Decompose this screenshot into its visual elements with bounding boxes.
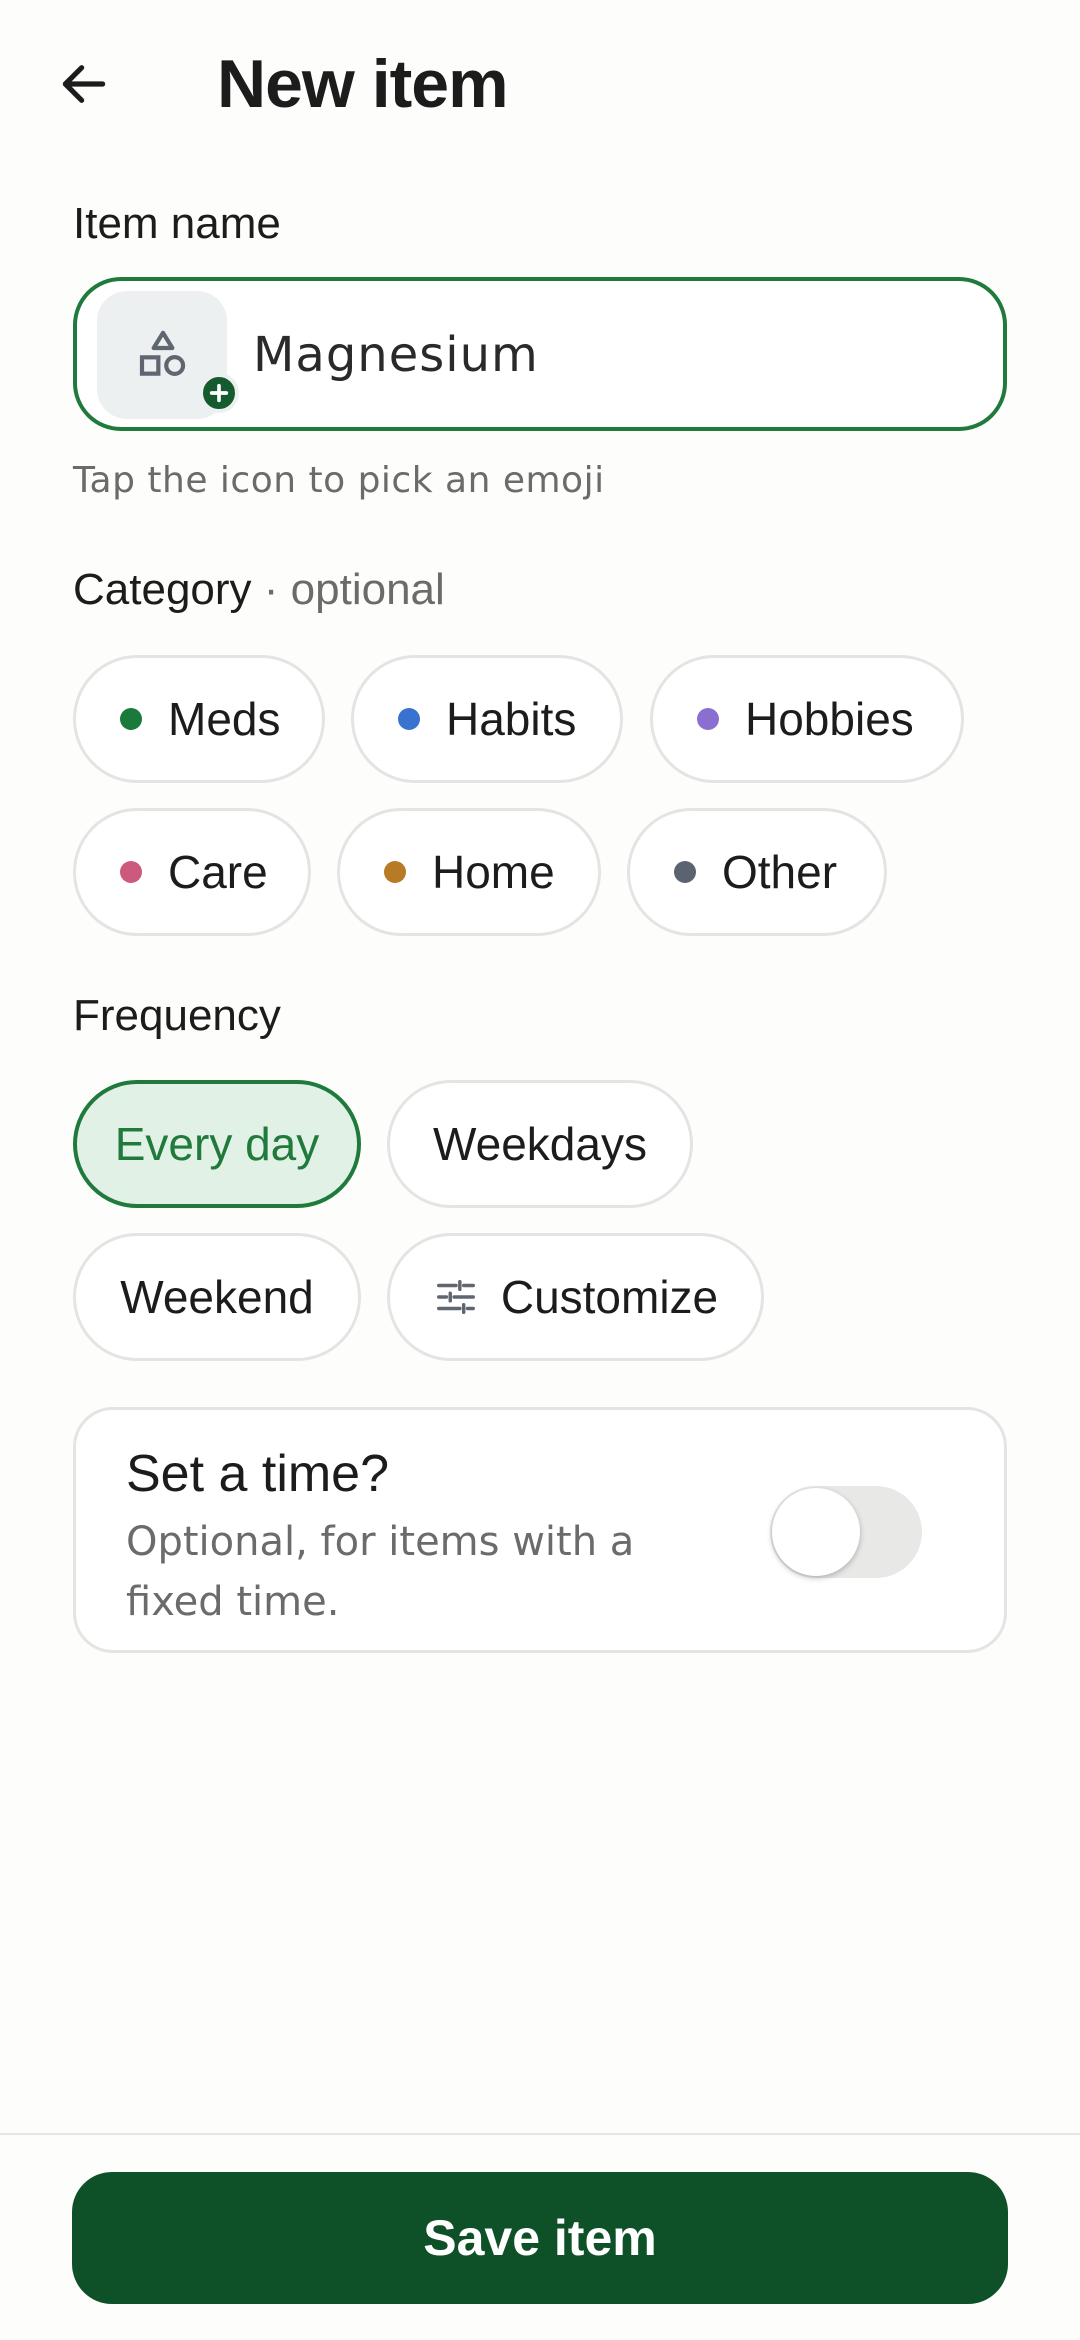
item-name-label: Item name (73, 199, 281, 248)
set-time-title: Set a time? (126, 1445, 390, 1503)
frequency-chip-label: Weekdays (433, 1118, 647, 1170)
set-time-toggle[interactable] (770, 1486, 922, 1578)
save-item-button[interactable]: Save item (72, 2172, 1008, 2304)
shapes-icon (139, 330, 186, 376)
add-emoji-icon (199, 373, 239, 413)
emoji-picker-button[interactable] (97, 291, 239, 419)
frequency-chip-weekend[interactable]: Weekend (73, 1233, 361, 1361)
frequency-label: Frequency (73, 991, 281, 1040)
emoji-hint: Tap the icon to pick an emoji (73, 460, 605, 501)
header: New item (0, 0, 1080, 170)
item-name-input[interactable] (253, 305, 973, 405)
category-color-dot (384, 861, 406, 883)
category-optional-text: · optional (263, 565, 445, 614)
category-chip-meds[interactable]: Meds (73, 655, 325, 783)
new-item-screen: New item Item name Tap the icon to pick … (0, 0, 1080, 2340)
frequency-chip-every-day[interactable]: Every day (73, 1080, 361, 1208)
frequency-chip-label: Weekend (120, 1271, 314, 1323)
category-chip-label: Home (432, 846, 555, 898)
category-chip-label: Care (168, 846, 268, 898)
category-color-dot (120, 861, 142, 883)
category-color-dot (120, 708, 142, 730)
category-chip-home[interactable]: Home (337, 808, 601, 936)
category-color-dot (697, 708, 719, 730)
tune-icon (433, 1274, 479, 1320)
category-label-text: Category (73, 565, 252, 614)
frequency-chip-label: Customize (500, 1271, 719, 1323)
frequency-chip-customize[interactable]: Customize (387, 1233, 764, 1361)
frequency-chip-label: Every day (114, 1118, 320, 1170)
footer-divider (0, 2133, 1080, 2135)
category-chip-label: Other (722, 846, 838, 898)
category-chip-hobbies[interactable]: Hobbies (650, 655, 964, 783)
page-title: New item (217, 46, 509, 122)
set-time-subtitle: Optional, for items with a fixed time. (126, 1519, 635, 1625)
category-color-dot (674, 861, 696, 883)
item-name-field (73, 277, 1007, 431)
arrow-left-icon (62, 65, 106, 103)
back-button[interactable] (44, 44, 124, 124)
category-chip-label: Meds (168, 693, 281, 745)
set-time-card: Set a time? Optional, for items with a f… (73, 1407, 1007, 1653)
category-label: Category · optional (73, 562, 445, 618)
toggle-knob (772, 1488, 860, 1576)
category-chip-other[interactable]: Other (627, 808, 887, 936)
category-chip-label: Hobbies (745, 693, 914, 745)
category-chip-label: Habits (446, 693, 577, 745)
category-color-dot (398, 708, 420, 730)
category-chip-care[interactable]: Care (73, 808, 311, 936)
category-chip-habits[interactable]: Habits (351, 655, 623, 783)
frequency-chip-weekdays[interactable]: Weekdays (387, 1080, 693, 1208)
